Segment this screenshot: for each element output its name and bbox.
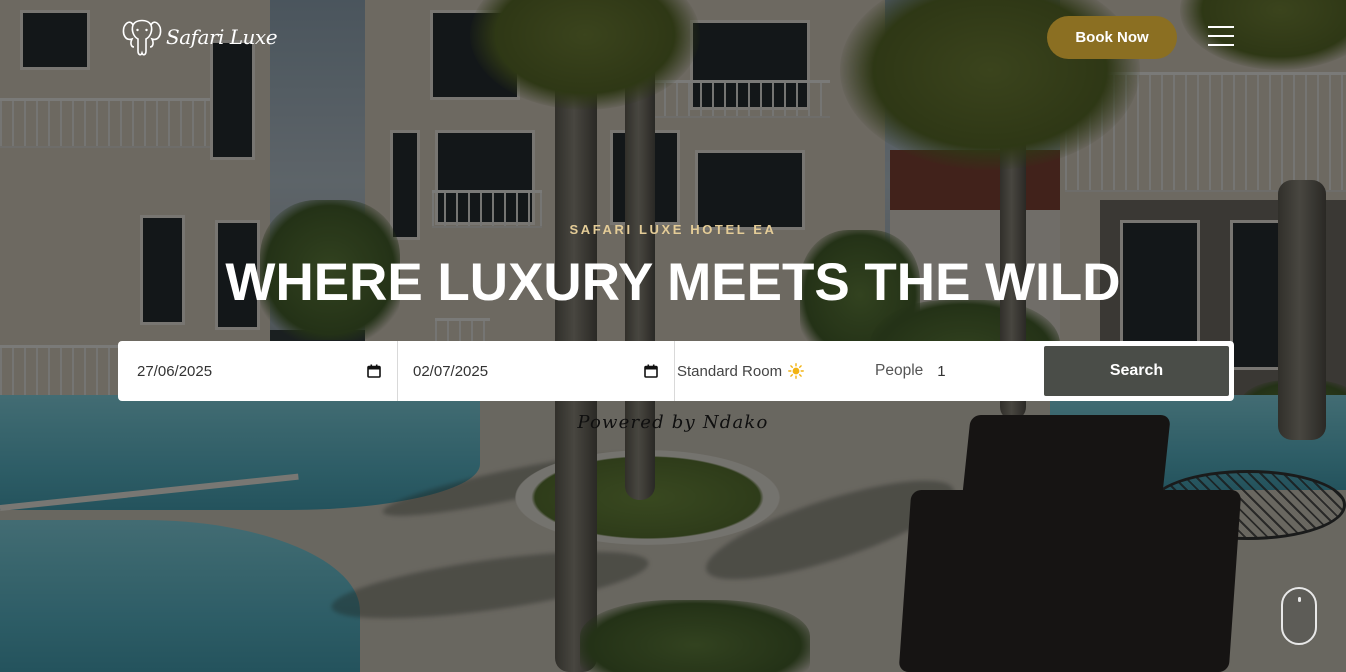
booking-search-bar: 27/06/2025 02/07/2025 Standard Room Peop…: [118, 341, 1234, 401]
scroll-down-mouse-icon[interactable]: [1281, 587, 1317, 645]
brand-name: Safari Luxe: [166, 25, 278, 49]
people-label: People: [875, 362, 924, 379]
brand-logo[interactable]: Safari Luxe: [120, 17, 278, 57]
people-input[interactable]: 1: [937, 363, 945, 380]
check-out-date-input[interactable]: 02/07/2025: [398, 341, 675, 401]
check-in-value: 27/06/2025: [137, 362, 213, 380]
hero-eyebrow: SAFARI LUXE HOTEL EA: [569, 222, 777, 237]
hamburger-menu-icon[interactable]: [1208, 26, 1236, 50]
check-in-date-input[interactable]: 27/06/2025: [118, 341, 398, 401]
search-button[interactable]: Search: [1044, 346, 1229, 396]
calendar-icon[interactable]: [644, 364, 658, 378]
room-type-select[interactable]: Standard Room: [675, 341, 875, 401]
powered-by-text: Powered by Ndako: [577, 412, 769, 433]
people-field[interactable]: People 1: [875, 341, 1043, 401]
hero-background-image: [0, 0, 1346, 672]
dark-overlay: [0, 0, 1346, 672]
check-out-value: 02/07/2025: [413, 362, 489, 380]
sun-icon: [788, 363, 804, 379]
hero-headline: WHERE LUXURY MEETS THE WILD: [225, 253, 1121, 312]
book-now-button[interactable]: Book Now: [1047, 16, 1177, 59]
calendar-icon[interactable]: [367, 364, 381, 378]
elephant-icon: [122, 19, 162, 56]
room-type-value: Standard Room: [677, 362, 783, 380]
